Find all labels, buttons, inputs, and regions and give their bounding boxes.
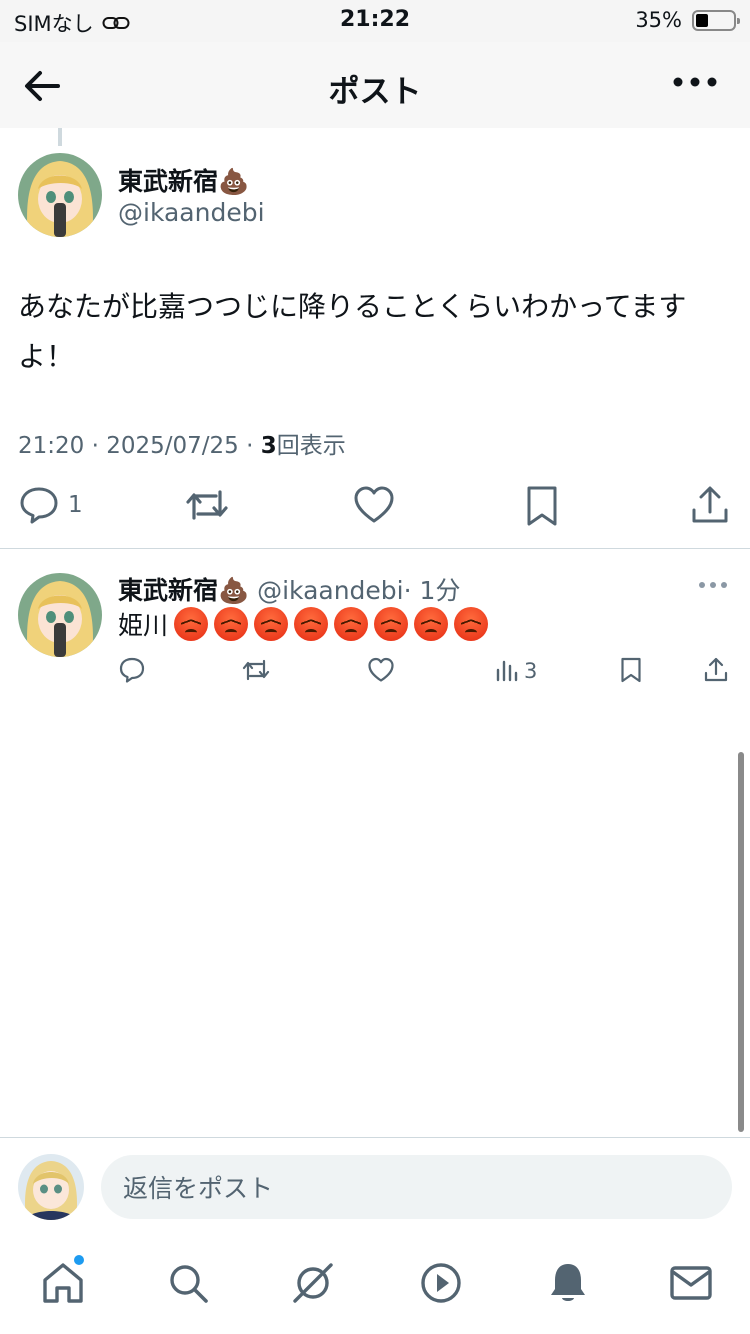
reply-view-count: 3 — [524, 659, 538, 683]
home-new-indicator — [74, 1255, 84, 1265]
reply-input-placeholder: 返信をポスト — [123, 1174, 274, 1203]
post-meta: 21:20 · 2025/07/25 · 3回表示 — [18, 426, 346, 460]
post-text: あなたが比嘉つつじに降りることくらいわかってますよ！ — [18, 290, 687, 373]
post-actions: 1 — [0, 484, 750, 530]
top-nav: ポスト — [0, 42, 750, 128]
status-bar: SIMなし 21:22 35% — [0, 0, 750, 42]
angry-face-icon — [254, 607, 289, 641]
home-icon[interactable] — [40, 1260, 86, 1306]
angry-face-icon — [334, 607, 369, 641]
grok-icon[interactable] — [290, 1260, 336, 1306]
author-avatar[interactable] — [18, 153, 102, 237]
angry-face-icon — [454, 607, 489, 641]
reply-icon[interactable] — [118, 656, 146, 684]
thread-connector — [58, 128, 62, 146]
reply-text-body: 姫川 — [118, 611, 169, 640]
video-icon[interactable] — [418, 1260, 464, 1306]
reply-header: 東武新宿💩 @ikaandebi· 1分 — [118, 571, 460, 607]
angry-face-icon — [174, 607, 209, 641]
angry-face-icon — [214, 607, 249, 641]
views-icon[interactable] — [494, 656, 520, 684]
reply-count: 1 — [68, 492, 83, 518]
bookmark-icon[interactable] — [524, 484, 560, 528]
reply-actions: 3 — [0, 656, 750, 688]
scrollbar[interactable] — [738, 752, 744, 1132]
reply-icon[interactable] — [18, 484, 60, 526]
search-icon[interactable] — [165, 1260, 211, 1306]
like-icon[interactable] — [367, 656, 395, 684]
battery-percent: 35% — [635, 8, 682, 32]
repost-icon[interactable] — [241, 656, 271, 684]
share-icon[interactable] — [690, 484, 730, 526]
battery-icon — [692, 9, 740, 31]
author-name[interactable]: 東武新宿💩 — [118, 162, 249, 198]
post-timestamp: 21:20 · 2025/07/25 · — [18, 433, 261, 459]
page-title: ポスト — [328, 74, 422, 110]
like-icon[interactable] — [353, 484, 395, 526]
angry-face-icon — [414, 607, 449, 641]
compose-divider — [0, 1137, 750, 1138]
messages-icon[interactable] — [668, 1260, 714, 1306]
view-count: 3 — [260, 433, 277, 459]
more-options-icon[interactable] — [670, 72, 720, 92]
battery-status: 35% — [635, 8, 740, 32]
angry-face-icon — [374, 607, 409, 641]
my-avatar[interactable] — [18, 1154, 84, 1220]
tab-bar — [0, 1240, 750, 1334]
author-handle[interactable]: @ikaandebi — [118, 198, 265, 227]
repost-icon[interactable] — [184, 484, 230, 526]
reply-author-avatar[interactable] — [18, 573, 102, 657]
bookmark-icon[interactable] — [619, 656, 643, 684]
angry-face-icon — [294, 607, 329, 641]
reply-time: · 1分 — [403, 576, 461, 605]
reply-more-icon[interactable] — [698, 578, 728, 592]
notifications-icon[interactable] — [545, 1260, 591, 1306]
reply-text: 姫川 — [118, 606, 489, 642]
reply-input[interactable]: 返信をポスト — [101, 1155, 732, 1219]
emoji-row — [174, 607, 489, 641]
divider — [0, 548, 750, 549]
view-label: 回表示 — [276, 433, 346, 459]
reply-author-name[interactable]: 東武新宿💩 — [118, 576, 249, 605]
share-icon[interactable] — [703, 656, 729, 684]
reply-author-handle[interactable]: @ikaandebi — [257, 576, 404, 605]
